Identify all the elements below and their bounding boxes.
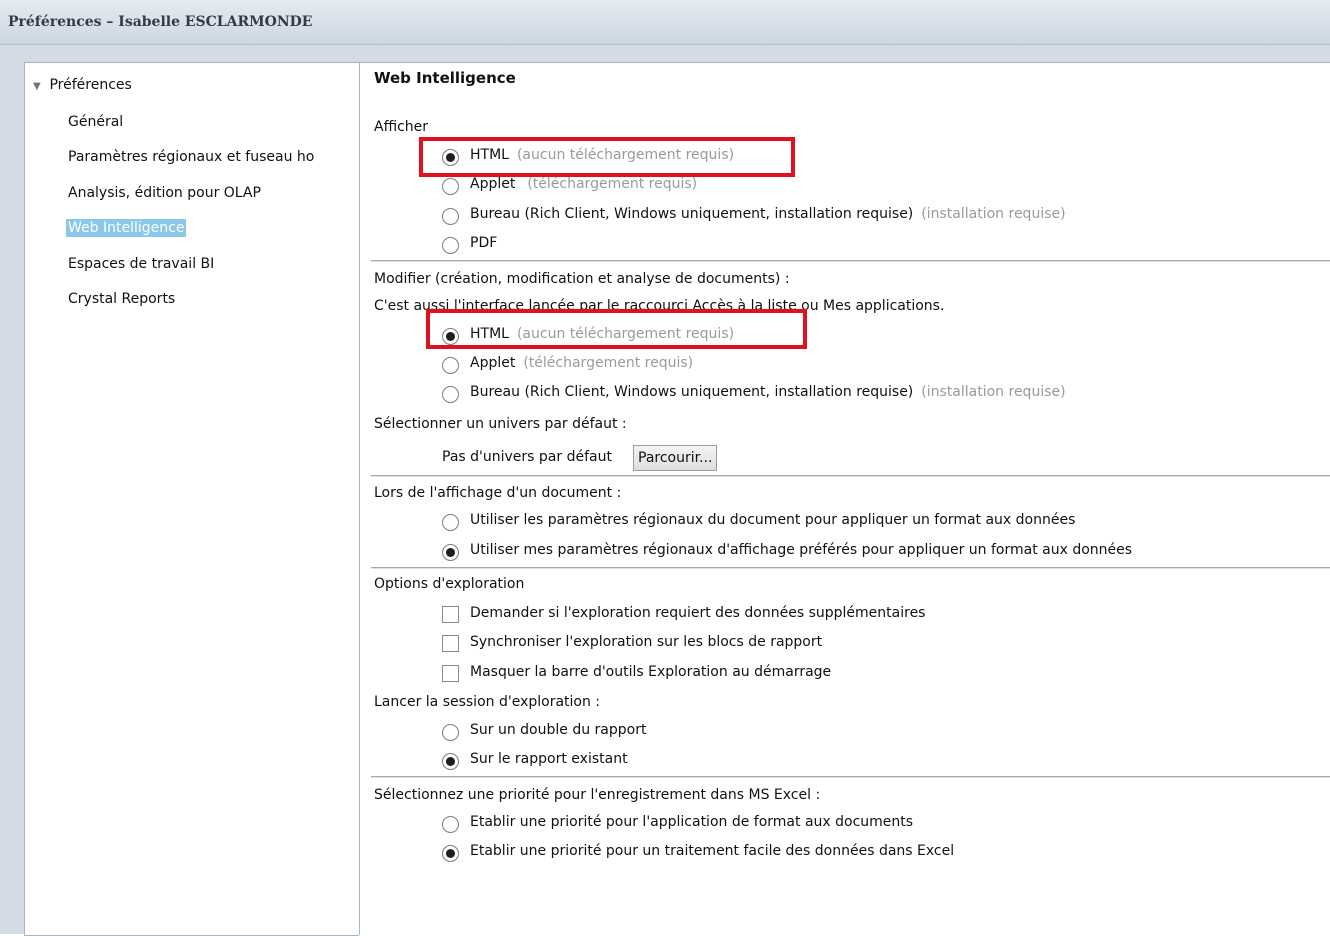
section-title: Web Intelligence	[374, 69, 516, 87]
explore-sync-blocks-checkbox[interactable]	[442, 635, 459, 652]
excel-label: Sélectionnez une priorité pour l'enregis…	[374, 787, 821, 803]
sidebar-item-analysis-olap[interactable]: Analysis, édition pour OLAP	[66, 184, 263, 202]
view-desktop-option: Bureau (Rich Client, Windows uniquement,…	[470, 206, 1066, 222]
explore-hide-toolbar-option: Masquer la barre d'outils Exploration au…	[470, 664, 832, 680]
expand-triangle-icon[interactable]: ▼	[33, 81, 45, 92]
divider	[371, 260, 1330, 262]
divider	[371, 776, 1330, 778]
modify-html-radio[interactable]	[442, 328, 459, 345]
browse-button[interactable]: Parcourir...	[633, 445, 718, 471]
divider	[371, 475, 1330, 477]
sidebar-item-bi-workspaces[interactable]: Espaces de travail BI	[66, 255, 216, 273]
view-html-radio[interactable]	[442, 149, 459, 166]
explore-label: Options d'exploration	[374, 576, 525, 592]
view-pdf-option: PDF	[470, 235, 498, 251]
view-applet-radio[interactable]	[442, 178, 459, 195]
explore-ask-data-checkbox[interactable]	[442, 606, 459, 623]
display-doc-preferred-locale-radio[interactable]	[442, 544, 459, 561]
sidebar-item-web-intelligence[interactable]: Web Intelligence	[66, 219, 187, 237]
display-doc-label: Lors de l'affichage d'un document :	[374, 485, 622, 501]
explore-session-existing-option: Sur le rapport existant	[470, 751, 628, 767]
explore-ask-data-option: Demander si l'exploration requiert des d…	[470, 605, 926, 621]
view-label: Afficher	[374, 119, 429, 135]
sidebar-item-general[interactable]: Général	[66, 113, 125, 131]
explore-session-duplicate-radio[interactable]	[442, 724, 459, 741]
display-doc-document-locale-option: Utiliser les paramètres régionaux du doc…	[470, 512, 1076, 528]
sidebar-item-crystal-reports[interactable]: Crystal Reports	[66, 290, 177, 308]
modify-applet-option: Applet (téléchargement requis)	[470, 355, 694, 371]
modify-applet-radio[interactable]	[442, 357, 459, 374]
modify-label: Modifier (création, modification et anal…	[374, 271, 790, 287]
divider	[371, 567, 1330, 569]
window-title: Préférences – Isabelle ESCLARMONDE	[8, 14, 313, 30]
modify-desktop-option: Bureau (Rich Client, Windows uniquement,…	[470, 384, 1066, 400]
view-desktop-radio[interactable]	[442, 208, 459, 225]
explore-session-label: Lancer la session d'exploration :	[374, 694, 601, 710]
display-doc-document-locale-radio[interactable]	[442, 514, 459, 531]
modify-desktop-radio[interactable]	[442, 386, 459, 403]
modify-html-option: HTML (aucun téléchargement requis)	[470, 326, 735, 342]
excel-format-priority-radio[interactable]	[442, 816, 459, 833]
view-html-option: HTML (aucun téléchargement requis)	[470, 147, 735, 163]
universe-label: Sélectionner un univers par défaut :	[374, 416, 627, 432]
window-titlebar: Préférences – Isabelle ESCLARMONDE	[0, 0, 1330, 45]
explore-session-duplicate-option: Sur un double du rapport	[470, 722, 647, 738]
excel-data-priority-radio[interactable]	[442, 845, 459, 862]
sidebar-root[interactable]: ▼ Préférences	[33, 77, 132, 93]
explore-hide-toolbar-checkbox[interactable]	[442, 665, 459, 682]
sidebar-root-label: Préférences	[49, 77, 132, 93]
display-doc-preferred-locale-option: Utiliser mes paramètres régionaux d'affi…	[470, 542, 1133, 558]
excel-data-priority-option: Etablir une priorité pour un traitement …	[470, 843, 955, 859]
modify-sublabel: C'est aussi l'interface lancée par le ra…	[374, 298, 945, 314]
universe-value: Pas d'univers par défaut	[442, 449, 612, 465]
sidebar: ▼ Préférences Général Paramètres régiona…	[24, 62, 359, 936]
explore-session-existing-radio[interactable]	[442, 753, 459, 770]
excel-format-priority-option: Etablir une priorité pour l'application …	[470, 814, 914, 830]
view-applet-option: Applet (téléchargement requis)	[470, 176, 698, 192]
explore-sync-blocks-option: Synchroniser l'exploration sur les blocs…	[470, 634, 823, 650]
preferences-content: Web Intelligence Afficher HTML (aucun tél…	[359, 62, 1330, 935]
sidebar-item-regional-settings[interactable]: Paramètres régionaux et fuseau ho	[66, 148, 359, 166]
view-pdf-radio[interactable]	[442, 237, 459, 254]
